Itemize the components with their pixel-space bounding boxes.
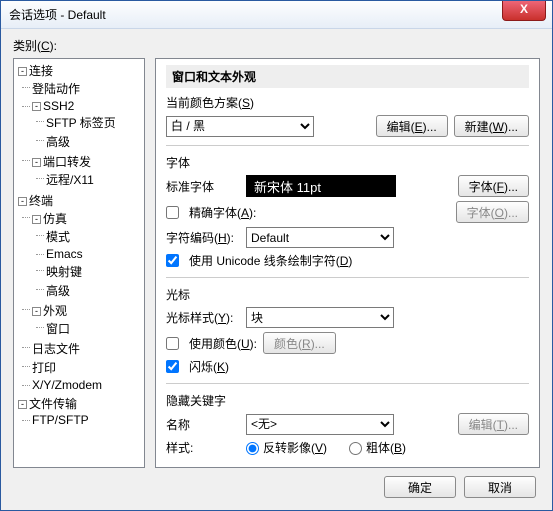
stdfont-display: 新宋体 11pt <box>246 175 396 197</box>
scheme-label: 当前颜色方案(S) <box>166 94 529 111</box>
edit-scheme-button[interactable]: 编辑(E)... <box>376 115 448 137</box>
edit-hidden-button: 编辑(T)... <box>458 413 529 435</box>
tree-xyz[interactable]: X/Y/Zmodem <box>32 378 102 392</box>
content-area: 类别(C): -连接 登陆动作 -SSH2 SFTP 标签页 高级 <box>1 29 552 510</box>
charenc-select[interactable]: Default <box>246 227 394 248</box>
ok-button[interactable]: 确定 <box>384 476 456 498</box>
hidden-header: 隐藏关键字 <box>166 392 529 409</box>
tree-emacs[interactable]: Emacs <box>46 247 83 261</box>
usecolor-label: 使用颜色(U): <box>189 335 257 352</box>
blink-label: 闪烁(K) <box>189 358 229 375</box>
expand-icon[interactable]: - <box>18 197 27 206</box>
tree-appearance[interactable]: 外观 <box>43 304 67 318</box>
tree-remote[interactable]: 远程/X11 <box>46 173 94 187</box>
expand-icon[interactable]: - <box>32 215 41 224</box>
font-button-2: 字体(O)... <box>456 201 529 223</box>
expand-icon[interactable]: - <box>32 158 41 167</box>
style-bold-radio[interactable]: 粗体(B) <box>349 439 406 456</box>
blink-checkbox[interactable] <box>166 360 179 373</box>
tree-ftp[interactable]: FTP/SFTP <box>32 413 89 427</box>
settings-panel: 窗口和文本外观 当前颜色方案(S) 白 / 黑 编辑(E)... 新建(W)..… <box>155 58 540 468</box>
unicode-checkbox[interactable] <box>166 254 179 267</box>
tree-portfwd[interactable]: 端口转发 <box>43 155 91 169</box>
tree-sftp[interactable]: SFTP 标签页 <box>46 116 116 130</box>
cursorstyle-select[interactable]: 块 <box>246 307 394 328</box>
fonts-header: 字体 <box>166 154 529 171</box>
expand-icon[interactable]: - <box>18 67 27 76</box>
tree-window[interactable]: 窗口 <box>46 322 70 336</box>
tree-mode[interactable]: 模式 <box>46 230 70 244</box>
precise-font-checkbox[interactable] <box>166 206 179 219</box>
tree-login[interactable]: 登陆动作 <box>32 82 80 96</box>
tree-logfile[interactable]: 日志文件 <box>32 342 80 356</box>
expand-icon[interactable]: - <box>18 400 27 409</box>
font-button[interactable]: 字体(F)... <box>458 175 529 197</box>
titlebar: 会话选项 - Default X <box>1 1 552 29</box>
tree-ssh2[interactable]: SSH2 <box>43 99 74 113</box>
tree-adv2[interactable]: 高级 <box>46 284 70 298</box>
style-reverse-radio[interactable]: 反转影像(V) <box>246 439 327 456</box>
cursor-header: 光标 <box>166 286 529 303</box>
tree-mapkeys[interactable]: 映射键 <box>46 265 82 279</box>
name-label: 名称 <box>166 416 240 433</box>
cursorstyle-label: 光标样式(Y): <box>166 309 240 326</box>
tree-connect[interactable]: 连接 <box>29 64 53 78</box>
usecolor-checkbox[interactable] <box>166 337 179 350</box>
window-title: 会话选项 - Default <box>9 6 106 23</box>
dialog-footer: 确定 取消 <box>384 476 536 498</box>
precise-font-label: 精确字体(A): <box>189 204 256 221</box>
name-select[interactable]: <无> <box>246 414 394 435</box>
color-button: 颜色(R)... <box>263 332 336 354</box>
expand-icon[interactable]: - <box>32 307 41 316</box>
tree-print[interactable]: 打印 <box>32 361 56 375</box>
close-button[interactable]: X <box>502 1 546 21</box>
tree-emulation[interactable]: 仿真 <box>43 212 67 226</box>
cancel-button[interactable]: 取消 <box>464 476 536 498</box>
panel-title: 窗口和文本外观 <box>166 65 529 88</box>
category-label: 类别(C): <box>13 37 540 54</box>
scheme-select[interactable]: 白 / 黑 <box>166 116 314 137</box>
tree-filetrans[interactable]: 文件传输 <box>29 397 77 411</box>
unicode-label: 使用 Unicode 线条绘制字符(D) <box>189 252 352 269</box>
tree-terminal[interactable]: 终端 <box>29 194 53 208</box>
dialog-window: 会话选项 - Default X 类别(C): -连接 登陆动作 -SSH2 S… <box>0 0 553 511</box>
expand-icon[interactable]: - <box>32 102 41 111</box>
charenc-label: 字符编码(H): <box>166 229 240 246</box>
category-tree[interactable]: -连接 登陆动作 -SSH2 SFTP 标签页 高级 -端口转发 远程/X11 <box>13 58 145 468</box>
tree-advanced[interactable]: 高级 <box>46 135 70 149</box>
style-label: 样式: <box>166 439 240 456</box>
new-scheme-button[interactable]: 新建(W)... <box>454 115 529 137</box>
stdfont-label: 标准字体 <box>166 178 240 195</box>
